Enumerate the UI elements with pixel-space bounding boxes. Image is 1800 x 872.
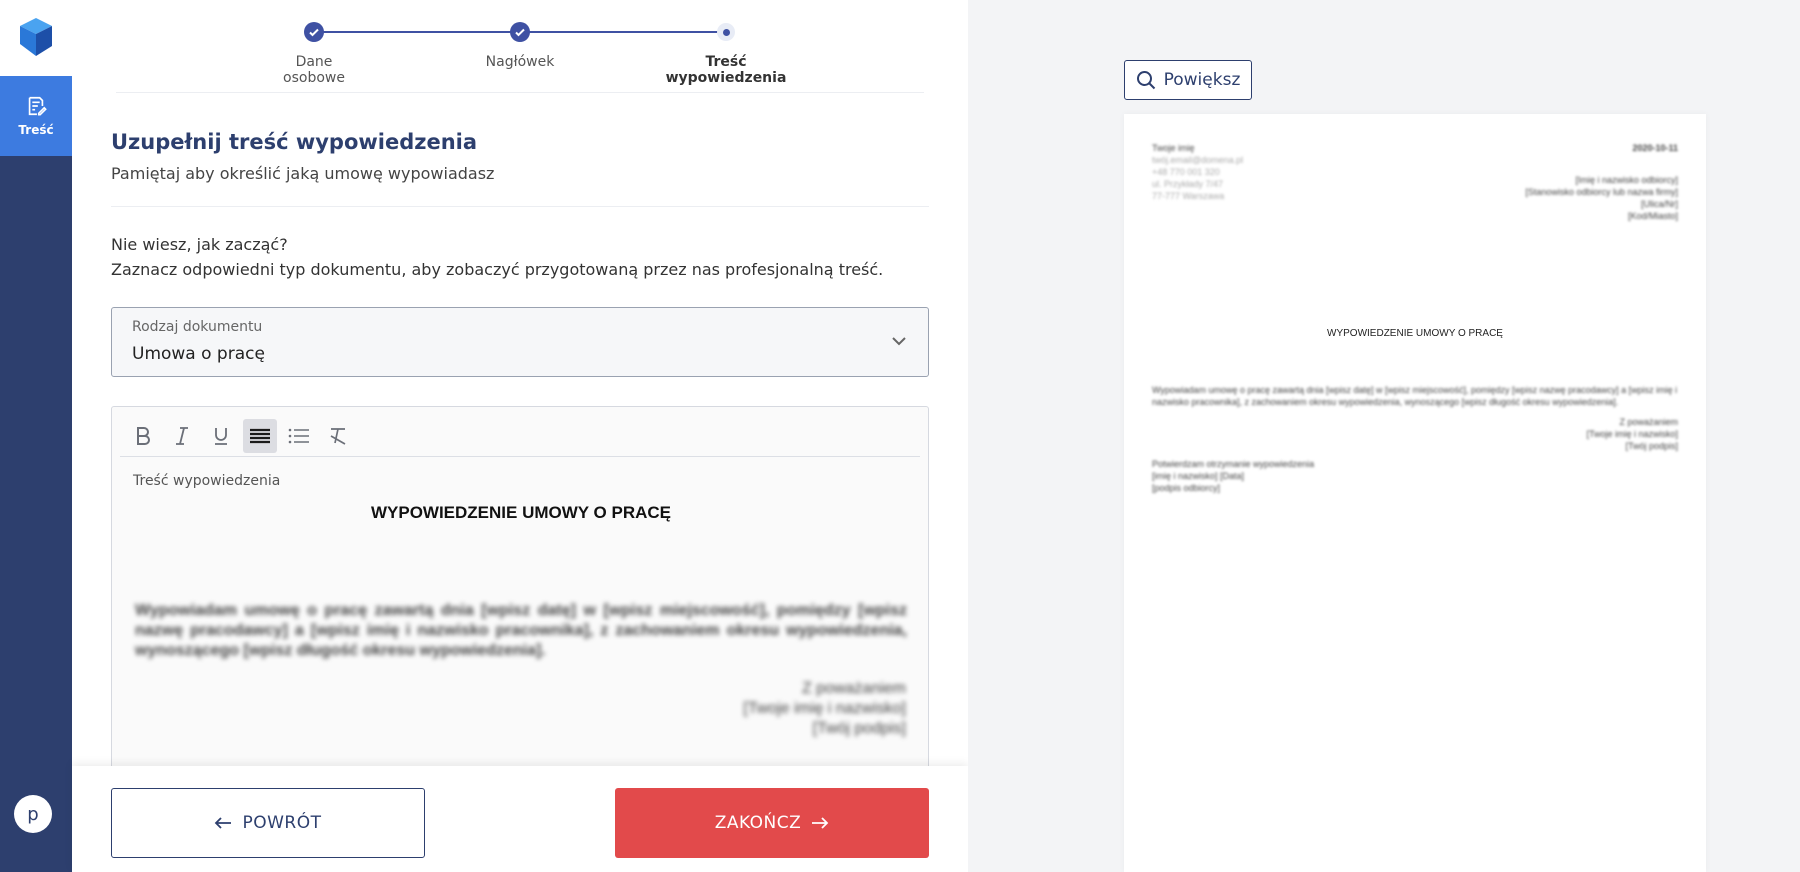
step-label-tresc: Treść wypowiedzenia — [665, 54, 787, 86]
sidebar-item-tresc[interactable]: Treść — [0, 76, 72, 156]
search-icon — [1136, 71, 1155, 90]
preview-heading: WYPOWIEDZENIE UMOWY O PRACĘ — [1327, 328, 1503, 339]
edit-document-icon — [28, 96, 47, 116]
divider — [116, 92, 924, 93]
step-connector — [520, 31, 726, 33]
document-preview-page: Twoje imię twój.email@domena.pl +48 770 … — [1124, 114, 1706, 872]
arrow-left-icon — [215, 817, 232, 829]
zoom-button[interactable]: Powiększ — [1124, 60, 1252, 100]
step-label-dane-osobowe: Dane osobowe — [283, 54, 345, 86]
step-current-indicator[interactable] — [717, 23, 735, 41]
underline-button[interactable] — [204, 419, 238, 453]
clear-format-button[interactable] — [321, 419, 355, 453]
bold-icon — [137, 426, 150, 445]
editor-field-label: Treść wypowiedzenia — [133, 473, 281, 489]
help-instruction: Zaznacz odpowiedni typ dokumentu, aby zo… — [111, 260, 884, 279]
preview-date: 2020-10-11 — [1632, 143, 1678, 153]
preview-recipient-block: [Imię i nazwisko odbiorcy] [Stanowisko o… — [1525, 175, 1678, 221]
editor-body-text: Wypowiadam umowę o pracę zawartą dnia [w… — [135, 602, 907, 659]
help-question: Nie wiesz, jak zacząć? — [111, 235, 288, 254]
finish-button-label: ZAKOŃCZ — [714, 813, 802, 833]
page-title: Uzupełnij treść wypowiedzenia — [111, 130, 478, 154]
zoom-button-label: Powiększ — [1163, 70, 1241, 90]
finish-button[interactable]: ZAKOŃCZ — [615, 788, 929, 858]
chevron-down-icon — [892, 337, 906, 346]
content-editor[interactable]: Treść wypowiedzenia WYPOWIEDZENIE UMOWY … — [111, 406, 929, 786]
preview-acknowledgement: Potwierdzam otrzymanie wypowiedzenia [im… — [1152, 459, 1315, 493]
bullet-list-icon — [288, 428, 309, 443]
arrow-right-icon — [812, 817, 829, 829]
editor-document-heading: WYPOWIEDZENIE UMOWY O PRACĘ — [370, 503, 672, 522]
bullet-list-button[interactable] — [282, 419, 316, 453]
app-logo[interactable] — [0, 0, 72, 76]
avatar[interactable]: p — [14, 795, 52, 833]
bold-button[interactable] — [126, 419, 160, 453]
step-done-check-icon[interactable] — [510, 22, 530, 42]
editor-signature-block: Z poważaniem [Twoje imię i nazwisko] [Tw… — [743, 680, 906, 737]
step-label-naglowek: Nagłówek — [485, 54, 555, 70]
align-justify-button[interactable] — [243, 418, 277, 453]
preview-signature-block: Z poważaniem [Twoje imię i nazwisko] [Tw… — [1586, 417, 1678, 451]
sidebar: Treść p — [0, 0, 72, 872]
progress-stepper: Dane osobowe Nagłówek Treść wypowiedzenia — [72, 0, 960, 96]
select-label: Rodzaj dokumentu — [132, 319, 263, 335]
italic-button[interactable] — [165, 419, 199, 453]
editor-toolbar — [120, 415, 920, 457]
clear-format-icon — [330, 427, 346, 445]
underline-icon — [215, 427, 227, 445]
document-type-select[interactable]: Rodzaj dokumentu Umowa o pracę — [111, 307, 929, 377]
logo-icon — [20, 18, 52, 56]
divider — [111, 206, 929, 207]
step-connector — [314, 31, 520, 33]
sidebar-item-label: Treść — [18, 123, 54, 137]
align-justify-icon — [250, 428, 270, 443]
page-subtitle: Pamiętaj aby określić jaką umowę wypowia… — [111, 164, 495, 183]
back-button[interactable]: POWRÓT — [111, 788, 425, 858]
italic-icon — [176, 426, 188, 445]
preview-body-text: Wypowiadam umowę o pracę zawartą dnia [w… — [1152, 385, 1678, 407]
back-button-label: POWRÓT — [242, 813, 322, 833]
select-value: Umowa o pracę — [132, 344, 265, 364]
step-done-check-icon[interactable] — [304, 22, 324, 42]
preview-sender-block: Twoje imię twój.email@domena.pl +48 770 … — [1152, 143, 1244, 201]
